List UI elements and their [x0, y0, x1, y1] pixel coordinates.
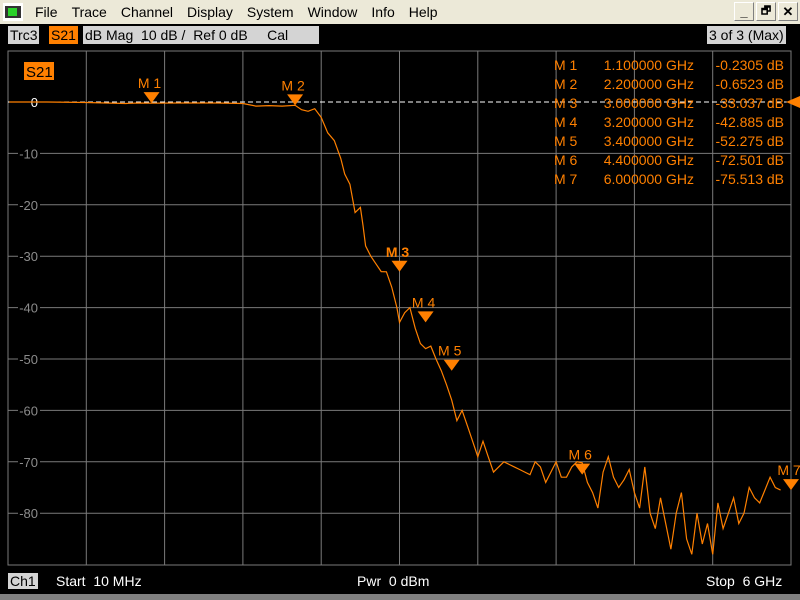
marker-table-value: -42.885 dB [716, 114, 785, 130]
marker-table-value: -75.513 dB [716, 171, 785, 187]
y-tick-label: -20 [19, 198, 38, 213]
y-tick-label: -30 [19, 249, 38, 264]
marker-triangle-icon [443, 359, 460, 371]
marker-triangle-icon [783, 479, 799, 491]
marker-label: M 3 [386, 244, 410, 260]
marker-label: M 1 [138, 75, 162, 91]
menu-display[interactable]: Display [183, 0, 240, 24]
menu-trace[interactable]: Trace [68, 0, 114, 24]
menu-info[interactable]: Info [367, 0, 401, 24]
marker-table-label: M 4 [554, 114, 578, 130]
marker-table-value: -0.2305 dB [716, 57, 785, 73]
marker-table-label: M 6 [554, 152, 578, 168]
marker-table-value: -72.501 dB [716, 152, 785, 168]
marker-triangle-icon [574, 463, 591, 475]
restore-button[interactable]: 🗗 [756, 2, 776, 21]
trace-diagram[interactable]: 0-10-20-30-40-50-60-70-80 M 1M 2M 3M 4M … [0, 45, 800, 569]
trace-line [9, 101, 781, 555]
trace-label: S21 [26, 64, 53, 81]
trace-format-scale: dB Mag 10 dB / Ref 0 dB Cal [83, 26, 319, 44]
menu-help[interactable]: Help [405, 0, 445, 24]
trace-name[interactable]: Trc3 [8, 26, 40, 44]
marker-table-frequency: 4.400000 GHz [604, 152, 694, 168]
marker-table-label: M 1 [554, 57, 578, 73]
stop-frequency[interactable]: Stop 6 GHz [706, 573, 782, 589]
marker-table-label: M 3 [554, 95, 578, 111]
start-frequency[interactable]: Start 10 MHz [56, 573, 142, 589]
marker-table-value: -52.275 dB [716, 133, 785, 149]
close-button[interactable]: ✕ [778, 2, 798, 21]
y-axis-ticks: 0-10-20-30-40-50-60-70-80 [18, 95, 40, 521]
marker-table-frequency: 3.200000 GHz [604, 114, 694, 130]
y-tick-label: -70 [19, 455, 38, 470]
y-tick-label: -50 [19, 352, 38, 367]
marker-table-frequency: 3.400000 GHz [604, 133, 694, 149]
marker-table-value: -0.6523 dB [716, 76, 785, 92]
trace-parameter[interactable]: S21 [49, 26, 78, 44]
trace-info-bar: Trc3 S21 dB Mag 10 dB / Ref 0 dB Cal 3 o… [0, 25, 800, 45]
marker-table-frequency: 3.000000 GHz [604, 95, 694, 111]
marker-label: M 6 [569, 447, 593, 463]
marker-table-value: -33.037 dB [716, 95, 785, 111]
marker-table-label: M 7 [554, 171, 578, 187]
source-power[interactable]: Pwr 0 dBm [357, 573, 429, 589]
y-tick-label: -40 [19, 301, 38, 316]
menu-file[interactable]: File [31, 0, 65, 24]
channel-badge[interactable]: Ch1 [8, 573, 38, 589]
marker-label: M 5 [438, 343, 462, 359]
window-frame-bottom [0, 594, 800, 600]
cal-status[interactable]: Cal [267, 27, 288, 43]
marker-table-frequency: 1.100000 GHz [604, 57, 694, 73]
marker-label: M 4 [412, 294, 436, 310]
app-icon[interactable] [3, 3, 23, 21]
markers: M 1 M 2 M 3 M 4 M 5 M 6 M 7 [138, 75, 800, 491]
menu-bar: File Trace Channel Display System Window… [0, 0, 800, 24]
window-info: 3 of 3 (Max) [707, 26, 786, 44]
marker-table-frequency: 2.200000 GHz [604, 76, 694, 92]
y-tick-label: -60 [19, 403, 38, 418]
marker-triangle-icon [391, 260, 408, 272]
marker-triangle-icon [417, 311, 434, 323]
marker-triangle-icon [287, 94, 304, 106]
y-tick-label: -80 [19, 506, 38, 521]
marker-table-frequency: 6.000000 GHz [604, 171, 694, 187]
marker-table-label: M 5 [554, 133, 578, 149]
trace-format[interactable]: dB Mag [85, 27, 133, 43]
trace-scale[interactable]: 10 dB / [141, 27, 185, 43]
trace-ref[interactable]: Ref 0 dB [193, 27, 247, 43]
y-tick-label: -10 [19, 146, 38, 161]
marker-table: M 1 1.100000 GHz -0.2305 dB M 2 2.200000 GHz… [554, 57, 784, 187]
marker-label: M 2 [281, 77, 305, 93]
status-bar: Ch1 Start 10 MHz Pwr 0 dBm Stop 6 GHz [0, 569, 800, 594]
menu-window[interactable]: Window [304, 0, 365, 24]
marker-label: M 7 [777, 462, 800, 478]
menu-channel[interactable]: Channel [117, 0, 180, 24]
reference-level-arrow[interactable] [786, 96, 800, 108]
marker-table-label: M 2 [554, 76, 578, 92]
minimize-button[interactable]: _ [734, 2, 754, 21]
menu-system[interactable]: System [243, 0, 301, 24]
